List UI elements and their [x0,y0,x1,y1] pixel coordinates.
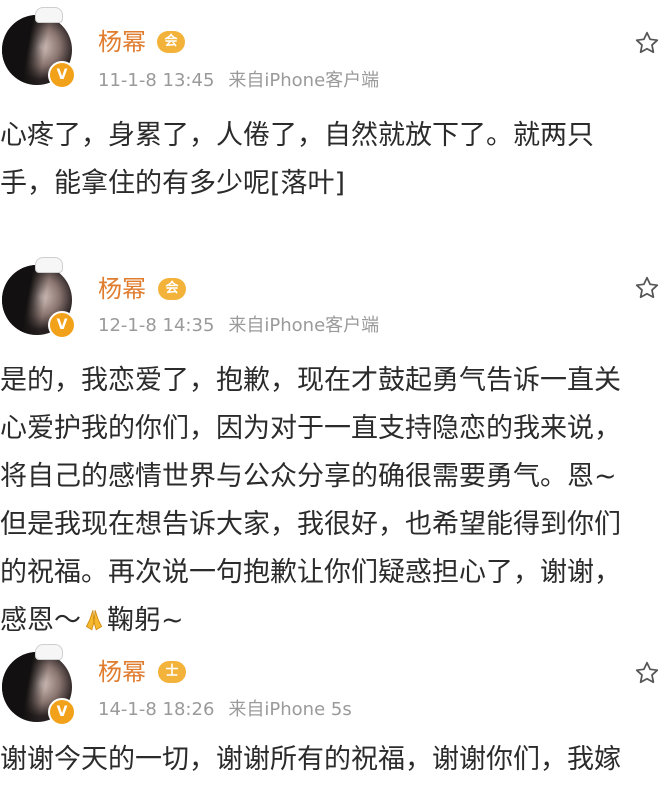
post-meta: 14-1-8 18:26 来自iPhone 5s [98,699,352,721]
post-text-line: 将自己的感情世界与公众分享的确很需要勇气。恩~ [0,461,617,492]
author-name[interactable]: 杨幂 [98,28,146,56]
avatar-bow [35,257,63,273]
weibo-post: V 杨幂 会 12-1-8 14:35 来自iPhone客户端 是的，我恋爱了，抱… [0,245,660,636]
post-time: 11-1-8 13:45 [98,70,215,91]
weibo-post: V 杨幂 会 11-1-8 13:45 来自iPhone客户端 心疼了，身累了，人… [0,0,660,245]
avatar[interactable]: V [2,257,76,339]
post-text-line: 谢谢今天的一切，谢谢所有的祝福，谢谢你们，我嫁 [0,744,621,775]
post-text-line: 心爱护我的你们，因为对于一直支持隐恋的我来说， [0,413,621,444]
avatar-bow [35,644,63,660]
vip-icon: 会 [158,278,186,300]
post-source: 来自iPhone客户端 [228,315,380,336]
post-time: 14-1-8 18:26 [98,699,215,720]
post-meta: 11-1-8 13:45 来自iPhone客户端 [98,70,379,92]
star-outline-icon[interactable] [634,660,660,686]
vip-icon: 会 [157,31,185,53]
avatar[interactable]: V [2,7,76,89]
post-text-line: 手，能拿住的有多少呢[落叶] [0,168,346,199]
post-time: 12-1-8 14:35 [98,315,215,336]
verified-badge-icon: V [48,311,76,339]
author-name[interactable]: 杨幂 [98,275,146,303]
verified-badge-icon: V [48,698,76,726]
post-text-line: 但是我现在想告诉大家，我很好，也希望能得到你们 [0,509,621,540]
vip-icon: 士 [158,661,186,683]
verified-badge-icon: V [48,61,76,89]
post-source: 来自iPhone 5s [228,699,352,720]
avatar[interactable]: V [2,644,76,726]
post-text-line: 的祝福。再次说一句抱歉让你们疑惑担心了，谢谢， [0,557,621,588]
post-source: 来自iPhone客户端 [228,70,380,91]
author-name[interactable]: 杨幂 [98,658,146,686]
post-text-line: 心疼了，身累了，人倦了，自然就放下了。就两只 [0,120,594,151]
star-outline-icon[interactable] [634,275,660,301]
post-meta: 12-1-8 14:35 来自iPhone客户端 [98,315,379,337]
post-text-line: 是的，我恋爱了，抱歉，现在才鼓起勇气告诉一直关 [0,365,621,396]
weibo-post: V 杨幂 士 14-1-8 18:26 来自iPhone 5s 谢谢今天的一切，谢… [0,630,660,785]
post-text: 是的，我恋爱了，抱歉，现在才鼓起勇气告诉一直关 心爱护我的你们，因为对于一直支持… [0,357,660,645]
post-text: 谢谢今天的一切，谢谢所有的祝福，谢谢你们，我嫁 [0,736,660,784]
star-outline-icon[interactable] [634,30,660,56]
post-text: 心疼了，身累了，人倦了，自然就放下了。就两只 手，能拿住的有多少呢[落叶] [0,112,660,208]
avatar-bow [35,7,63,23]
